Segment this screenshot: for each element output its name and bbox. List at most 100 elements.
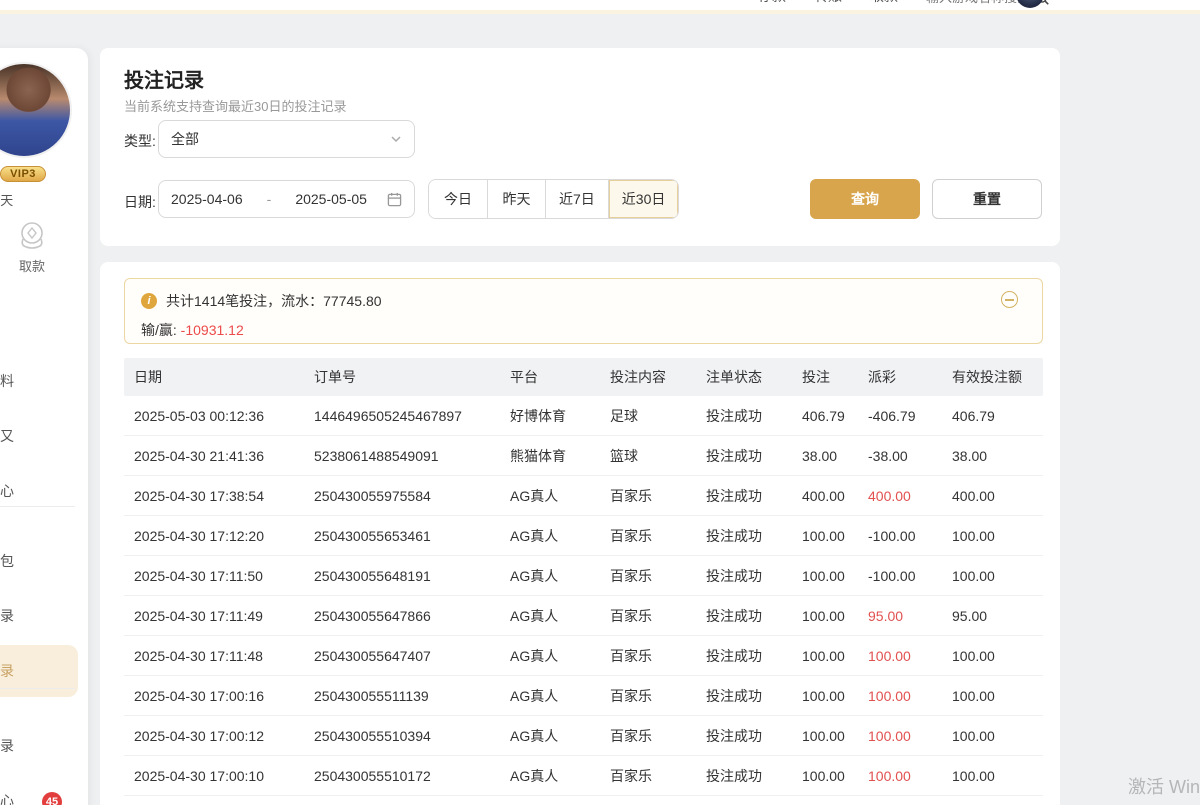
cell-platform: AG真人 [510, 606, 610, 626]
cell-bet-amount: 100.00 [802, 688, 868, 704]
cell-status: 投注成功 [706, 566, 802, 586]
topnav-item-deposit[interactable]: 存款 [758, 0, 786, 8]
cell-bet-content: 足球 [610, 406, 706, 426]
quick-range-1[interactable]: 昨天 [487, 180, 545, 218]
column-header-2: 平台 [510, 367, 610, 387]
cell-payout: 100.00 [868, 768, 952, 784]
cell-bet-content: 百家乐 [610, 646, 706, 666]
quick-range-2[interactable]: 近7日 [545, 180, 608, 218]
cell-status: 投注成功 [706, 406, 802, 426]
sidebar-divider [0, 688, 75, 689]
cell-status: 投注成功 [706, 646, 802, 666]
cell-status: 投注成功 [706, 606, 802, 626]
table-row[interactable]: 2025-04-30 21:41:365238061488549091熊猫体育篮… [124, 436, 1043, 476]
quick-range-3[interactable]: 近30日 [608, 180, 679, 218]
cell-bet-amount: 100.00 [802, 568, 868, 584]
table-row[interactable]: 2025-04-30 17:00:16250430055511139AG真人百家… [124, 676, 1043, 716]
column-header-7: 有效投注额 [952, 367, 1033, 387]
reset-button[interactable]: 重置 [932, 179, 1042, 219]
withdraw-quick-action[interactable]: 取款 [0, 220, 64, 275]
sidebar-item[interactable]: 录 [0, 595, 78, 637]
topnav-item-transfer[interactable]: 转账 [814, 0, 842, 8]
cell-order-no: 250430055510172 [314, 768, 510, 784]
sidebar-item[interactable]: 料 [0, 360, 78, 402]
cell-bet-amount: 100.00 [802, 728, 868, 744]
cell-platform: AG真人 [510, 766, 610, 786]
user-avatar[interactable] [0, 62, 72, 158]
cell-payout: -406.79 [868, 408, 952, 424]
results-card: i 共计1414笔投注，流水：77745.80 输/赢: -10931.12 日… [100, 262, 1060, 805]
date-from-value: 2025-04-06 [171, 191, 243, 207]
table-row[interactable]: 2025-04-30 17:12:20250430055653461AG真人百家… [124, 516, 1043, 556]
sidebar-item[interactable]: 录 [0, 725, 78, 767]
page-subtitle: 当前系统支持查询最近30日的投注记录 [124, 96, 346, 115]
info-icon: i [141, 293, 157, 309]
cell-platform: 熊猫体育 [510, 446, 610, 466]
sidebar-item[interactable]: 包 [0, 540, 78, 582]
cell-payout: 400.00 [868, 488, 952, 504]
topbar-accent-strip [0, 10, 1200, 14]
collapse-minus-icon[interactable] [1001, 291, 1018, 308]
column-header-0: 日期 [134, 367, 314, 387]
table-row[interactable]: 2025-04-30 17:11:48250430055647407AG真人百家… [124, 636, 1043, 676]
type-select[interactable]: 全部 [158, 120, 415, 158]
sidebar-item[interactable]: 又 [0, 415, 78, 457]
cell-order-no: 1446496505245467897 [314, 408, 510, 424]
cell-date: 2025-04-30 17:38:54 [134, 488, 314, 504]
cell-bet-amount: 400.00 [802, 488, 868, 504]
quick-date-range-group: 今日昨天近7日近30日 [428, 179, 679, 219]
cell-bet-content: 百家乐 [610, 486, 706, 506]
cell-payout: -100.00 [868, 528, 952, 544]
table-body: 2025-05-03 00:12:361446496505245467897好博… [124, 396, 1043, 796]
withdraw-label: 取款 [0, 256, 64, 275]
table-row[interactable]: 2025-04-30 17:11:49250430055647866AG真人百家… [124, 596, 1043, 636]
vip-row: VIP3 [0, 166, 88, 182]
cell-status: 投注成功 [706, 766, 802, 786]
cell-date: 2025-04-30 17:00:12 [134, 728, 314, 744]
search-placeholder-text: 输入游戏名称搜索 [926, 0, 1030, 6]
withdraw-diamond-icon [15, 220, 49, 252]
cell-bet-amount: 100.00 [802, 608, 868, 624]
cell-date: 2025-04-30 17:11:49 [134, 608, 314, 624]
cell-order-no: 5238061488549091 [314, 448, 510, 464]
quick-range-0[interactable]: 今日 [429, 180, 487, 218]
betting-records-page: { "colors": { "accent": "#d9a54c", "red"… [0, 0, 1200, 805]
membership-day-text: 第27天 [0, 190, 48, 209]
sidebar-divider [0, 506, 75, 507]
sidebar-item-active[interactable]: 录 [0, 645, 78, 697]
cell-valid-amount: 95.00 [952, 608, 1033, 624]
cell-status: 投注成功 [706, 686, 802, 706]
type-select-value: 全部 [171, 129, 390, 149]
cell-status: 投注成功 [706, 726, 802, 746]
query-button[interactable]: 查询 [810, 179, 920, 219]
type-filter-label: 类型: [124, 131, 156, 151]
topnav-item-withdraw[interactable]: 取款 [870, 0, 898, 8]
cell-platform: AG真人 [510, 526, 610, 546]
date-range-input[interactable]: 2025-04-06 - 2025-05-05 [158, 180, 415, 218]
column-header-1: 订单号 [314, 367, 510, 387]
sidebar-item[interactable]: 心45 [0, 780, 78, 805]
table-row[interactable]: 2025-05-03 00:12:361446496505245467897好博… [124, 396, 1043, 436]
windows-activation-watermark: 激活 Windows [1128, 773, 1200, 799]
cell-platform: AG真人 [510, 646, 610, 666]
cell-valid-amount: 100.00 [952, 528, 1033, 544]
cell-date: 2025-04-30 17:11:48 [134, 648, 314, 664]
cell-order-no: 250430055647866 [314, 608, 510, 624]
cell-valid-amount: 38.00 [952, 448, 1033, 464]
cell-order-no: 250430055648191 [314, 568, 510, 584]
table-row[interactable]: 2025-04-30 17:00:12250430055510394AG真人百家… [124, 716, 1043, 756]
column-header-3: 投注内容 [610, 367, 706, 387]
cell-bet-amount: 100.00 [802, 528, 868, 544]
cell-status: 投注成功 [706, 486, 802, 506]
cell-bet-amount: 100.00 [802, 648, 868, 664]
cell-order-no: 250430055975584 [314, 488, 510, 504]
cell-date: 2025-04-30 21:41:36 [134, 448, 314, 464]
page-title: 投注记录 [124, 64, 204, 93]
calendar-icon [387, 192, 402, 207]
vip-badge: VIP3 [0, 166, 46, 182]
profit-loss-label: 输/赢: [141, 322, 177, 338]
cell-payout: 100.00 [868, 688, 952, 704]
table-row[interactable]: 2025-04-30 17:38:54250430055975584AG真人百家… [124, 476, 1043, 516]
table-row[interactable]: 2025-04-30 17:11:50250430055648191AG真人百家… [124, 556, 1043, 596]
table-row[interactable]: 2025-04-30 17:00:10250430055510172AG真人百家… [124, 756, 1043, 796]
